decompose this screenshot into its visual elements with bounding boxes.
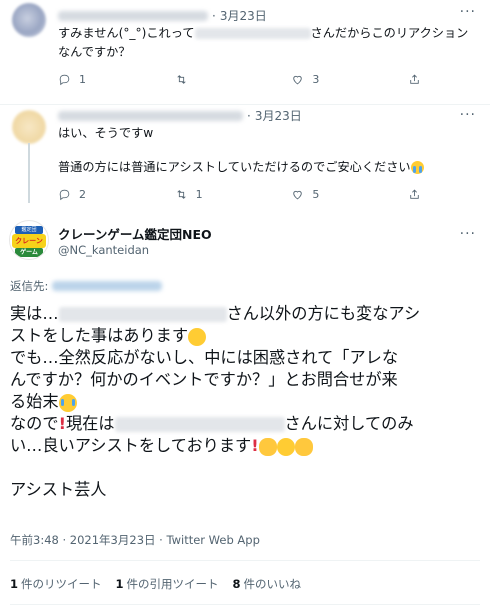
redacted-username — [58, 110, 243, 121]
avatar[interactable] — [12, 3, 46, 37]
reply-text-2: 普通の方には普通にアシストしていただけるのでご安心ください — [58, 158, 478, 177]
yawning-face-emoji — [188, 327, 207, 346]
thumbs-up-emoji — [258, 437, 277, 456]
logo-title: クレーン — [12, 234, 46, 248]
share-button[interactable] — [408, 73, 428, 86]
reply-meta: · 3月23日 — [58, 107, 302, 124]
reply-text: すみません(°_°)これって さんだからこのリアクション なんですか？ — [58, 26, 469, 59]
like-button[interactable]: 3 — [291, 73, 371, 86]
retweet-button[interactable] — [175, 73, 255, 86]
thumbs-up-emoji — [294, 437, 313, 456]
reply-icon — [59, 189, 70, 201]
retweet-button[interactable]: 1 — [175, 188, 255, 201]
author-name[interactable]: クレーンゲーム鑑定団NEO — [58, 224, 212, 243]
retweet-icon — [177, 190, 186, 199]
reply-button[interactable]: 2 — [58, 188, 138, 201]
reply-tweet-2[interactable]: · 3月23日 ··· はい、そうですw 普通の方には普通にアシストしていただけ… — [0, 105, 490, 212]
redacted-username — [58, 10, 208, 21]
like-icon — [293, 75, 303, 85]
tweet-timestamp[interactable]: 午前3:48 · 2021年3月23日 · Twitter Web App — [10, 532, 260, 548]
like-icon — [293, 190, 303, 200]
divider — [10, 604, 480, 605]
avatar[interactable] — [12, 110, 46, 144]
reply-date[interactable]: 3月23日 — [220, 7, 267, 24]
crying-face-emoji — [410, 161, 424, 174]
author-handle[interactable]: @NC_kanteidan — [58, 243, 149, 257]
reply-actions: 1 3 — [58, 73, 428, 86]
reply-icon — [59, 74, 70, 86]
avatar[interactable]: 鑑定団 クレーン ゲーム — [9, 220, 49, 260]
crying-face-emoji — [58, 393, 77, 412]
logo-subtitle: ゲーム — [15, 248, 43, 257]
exclamation-emoji: ! — [58, 414, 66, 433]
like-button[interactable]: 5 — [291, 188, 371, 201]
more-icon[interactable]: ··· — [460, 4, 476, 20]
retweet-icon — [177, 75, 186, 84]
reply-actions: 2 1 5 — [58, 188, 428, 201]
engagement-counts: 1 件のリツイート 1 件の引用ツイート 8 件のいいね — [10, 576, 301, 592]
quote-tweets-count[interactable]: 1 件の引用ツイート — [116, 576, 219, 592]
reply-tweet-1[interactable]: · 3月23日 ··· すみません(°_°)これって さんだからこのリアクション … — [0, 0, 490, 105]
thread-connector — [28, 143, 30, 203]
reply-meta: · 3月23日 — [58, 7, 267, 24]
reply-button[interactable]: 1 — [58, 73, 138, 86]
likes-count[interactable]: 8 件のいいね — [233, 576, 302, 592]
redacted-name — [114, 417, 285, 432]
share-icon — [410, 189, 419, 199]
divider — [10, 560, 480, 561]
redacted-name — [58, 307, 227, 322]
redacted-handles[interactable] — [52, 281, 163, 291]
share-button[interactable] — [408, 188, 428, 201]
retweets-count[interactable]: 1 件のリツイート — [10, 576, 102, 592]
share-icon — [410, 74, 419, 84]
redacted-name — [194, 28, 311, 39]
tweet-body: 実は… さん以外の方にも変なアシ ストをした事はあります でも…全然反応がないし、… — [10, 304, 421, 499]
exclamation-emoji: ! — [251, 436, 259, 455]
logo-badge: 鑑定団 — [15, 226, 43, 234]
more-icon[interactable]: ··· — [460, 226, 476, 242]
replying-to: 返信先: — [10, 278, 163, 294]
kissing-face-emoji — [276, 437, 295, 456]
more-icon[interactable]: ··· — [460, 107, 476, 123]
reply-text: はい、そうですw — [58, 126, 154, 140]
reply-date[interactable]: 3月23日 — [255, 107, 302, 124]
